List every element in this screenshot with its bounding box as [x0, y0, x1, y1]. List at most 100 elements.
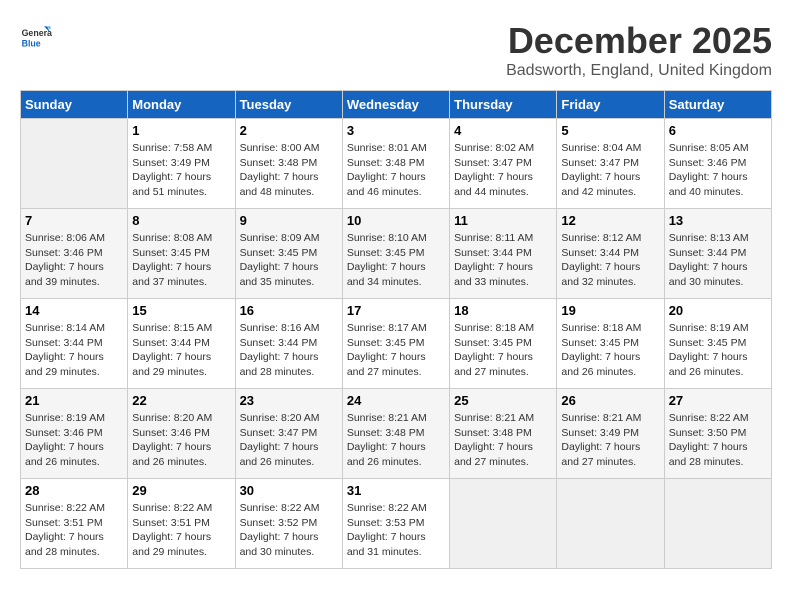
day-number: 14: [25, 303, 123, 318]
calendar-cell: [664, 479, 771, 569]
day-number: 25: [454, 393, 552, 408]
day-number: 8: [132, 213, 230, 228]
day-info: Sunrise: 8:10 AMSunset: 3:45 PMDaylight:…: [347, 231, 445, 290]
day-info: Sunrise: 8:18 AMSunset: 3:45 PMDaylight:…: [561, 321, 659, 380]
calendar-cell: 27 Sunrise: 8:22 AMSunset: 3:50 PMDayligh…: [664, 389, 771, 479]
calendar-cell: 14Sunrise: 8:14 AMSunset: 3:44 PMDayligh…: [21, 299, 128, 389]
calendar-cell: 16 Sunrise: 8:16 AMSunset: 3:44 PMDayligh…: [235, 299, 342, 389]
day-info: Sunrise: 8:04 AMSunset: 3:47 PMDaylight:…: [561, 141, 659, 200]
day-number: 2: [240, 123, 338, 138]
weekday-header-friday: Friday: [557, 91, 664, 119]
calendar-cell: 30Sunrise: 8:22 AMSunset: 3:52 PMDayligh…: [235, 479, 342, 569]
calendar-week-2: 7 Sunrise: 8:06 AMSunset: 3:46 PMDaylight…: [21, 209, 772, 299]
day-number: 7: [25, 213, 123, 228]
weekday-header-tuesday: Tuesday: [235, 91, 342, 119]
day-info: Sunrise: 7:58 AMSunset: 3:49 PMDaylight:…: [132, 141, 230, 200]
weekday-header-saturday: Saturday: [664, 91, 771, 119]
day-number: 20: [669, 303, 767, 318]
calendar-table: SundayMondayTuesdayWednesdayThursdayFrid…: [20, 90, 772, 569]
title-block: December 2025 Badsworth, England, United…: [506, 20, 772, 80]
day-info: Sunrise: 8:19 AMSunset: 3:46 PMDaylight:…: [25, 411, 123, 470]
day-info: Sunrise: 8:18 AMSunset: 3:45 PMDaylight:…: [454, 321, 552, 380]
day-number: 10: [347, 213, 445, 228]
calendar-cell: 21 Sunrise: 8:19 AMSunset: 3:46 PMDayligh…: [21, 389, 128, 479]
day-info: Sunrise: 8:20 AMSunset: 3:47 PMDaylight:…: [240, 411, 338, 470]
day-number: 27: [669, 393, 767, 408]
calendar-cell: 28Sunrise: 8:22 AMSunset: 3:51 PMDayligh…: [21, 479, 128, 569]
day-info: Sunrise: 8:21 AMSunset: 3:49 PMDaylight:…: [561, 411, 659, 470]
calendar-week-5: 28 Sunrise: 8:22 AMSunset: 3:51 PMDayligh…: [21, 479, 772, 569]
day-number: 3: [347, 123, 445, 138]
day-number: 9: [240, 213, 338, 228]
day-info: Sunrise: 8:22 AMSunset: 3:52 PMDaylight:…: [240, 501, 338, 560]
calendar-cell: 4Sunrise: 8:02 AMSunset: 3:47 PMDaylight…: [450, 119, 557, 209]
day-number: 23: [240, 393, 338, 408]
calendar-cell: 17 Sunrise: 8:17 AMSunset: 3:45 PMDayligh…: [342, 299, 449, 389]
weekday-header-monday: Monday: [128, 91, 235, 119]
weekday-header-sunday: Sunday: [21, 91, 128, 119]
calendar-cell: 8Sunrise: 8:08 AMSunset: 3:45 PMDaylight…: [128, 209, 235, 299]
calendar-cell: 9Sunrise: 8:09 AMSunset: 3:45 PMDaylight…: [235, 209, 342, 299]
page-header: General Blue December 2025 Badsworth, En…: [20, 20, 772, 80]
calendar-cell: 7 Sunrise: 8:06 AMSunset: 3:46 PMDaylight…: [21, 209, 128, 299]
calendar-week-4: 21 Sunrise: 8:19 AMSunset: 3:46 PMDayligh…: [21, 389, 772, 479]
calendar-cell: 11Sunrise: 8:11 AMSunset: 3:44 PMDayligh…: [450, 209, 557, 299]
calendar-cell: 22 Sunrise: 8:20 AMSunset: 3:46 PMDayligh…: [128, 389, 235, 479]
day-info: Sunrise: 8:22 AMSunset: 3:53 PMDaylight:…: [347, 501, 445, 560]
calendar-cell: 26 Sunrise: 8:21 AMSunset: 3:49 PMDayligh…: [557, 389, 664, 479]
calendar-cell: 5 Sunrise: 8:04 AMSunset: 3:47 PMDaylight…: [557, 119, 664, 209]
calendar-cell: 15 Sunrise: 8:15 AMSunset: 3:44 PMDayligh…: [128, 299, 235, 389]
day-number: 22: [132, 393, 230, 408]
calendar-cell: [21, 119, 128, 209]
month-title: December 2025: [506, 20, 772, 62]
day-number: 24: [347, 393, 445, 408]
day-info: Sunrise: 8:05 AMSunset: 3:46 PMDaylight:…: [669, 141, 767, 200]
calendar-week-1: 1Sunrise: 7:58 AMSunset: 3:49 PMDaylight…: [21, 119, 772, 209]
weekday-header-thursday: Thursday: [450, 91, 557, 119]
svg-text:Blue: Blue: [22, 38, 41, 48]
day-info: Sunrise: 8:13 AMSunset: 3:44 PMDaylight:…: [669, 231, 767, 290]
day-number: 29: [132, 483, 230, 498]
calendar-cell: 1Sunrise: 7:58 AMSunset: 3:49 PMDaylight…: [128, 119, 235, 209]
calendar-cell: 10 Sunrise: 8:10 AMSunset: 3:45 PMDayligh…: [342, 209, 449, 299]
calendar-cell: 29 Sunrise: 8:22 AMSunset: 3:51 PMDayligh…: [128, 479, 235, 569]
calendar-cell: 13Sunrise: 8:13 AMSunset: 3:44 PMDayligh…: [664, 209, 771, 299]
day-info: Sunrise: 8:00 AMSunset: 3:48 PMDaylight:…: [240, 141, 338, 200]
day-info: Sunrise: 8:21 AMSunset: 3:48 PMDaylight:…: [347, 411, 445, 470]
day-number: 21: [25, 393, 123, 408]
location: Badsworth, England, United Kingdom: [506, 62, 772, 80]
day-number: 11: [454, 213, 552, 228]
day-info: Sunrise: 8:22 AMSunset: 3:50 PMDaylight:…: [669, 411, 767, 470]
day-info: Sunrise: 8:16 AMSunset: 3:44 PMDaylight:…: [240, 321, 338, 380]
day-number: 17: [347, 303, 445, 318]
logo-icon: General Blue: [20, 20, 52, 52]
calendar-cell: 6 Sunrise: 8:05 AMSunset: 3:46 PMDaylight…: [664, 119, 771, 209]
calendar-cell: 18 Sunrise: 8:18 AMSunset: 3:45 PMDayligh…: [450, 299, 557, 389]
calendar-week-3: 14Sunrise: 8:14 AMSunset: 3:44 PMDayligh…: [21, 299, 772, 389]
day-info: Sunrise: 8:22 AMSunset: 3:51 PMDaylight:…: [132, 501, 230, 560]
day-number: 28: [25, 483, 123, 498]
calendar-cell: 23 Sunrise: 8:20 AMSunset: 3:47 PMDayligh…: [235, 389, 342, 479]
day-number: 15: [132, 303, 230, 318]
calendar-cell: 3 Sunrise: 8:01 AMSunset: 3:48 PMDaylight…: [342, 119, 449, 209]
calendar-cell: [450, 479, 557, 569]
day-info: Sunrise: 8:15 AMSunset: 3:44 PMDaylight:…: [132, 321, 230, 380]
calendar-cell: 2 Sunrise: 8:00 AMSunset: 3:48 PMDaylight…: [235, 119, 342, 209]
logo: General Blue: [20, 20, 56, 52]
weekday-header-row: SundayMondayTuesdayWednesdayThursdayFrid…: [21, 91, 772, 119]
day-info: Sunrise: 8:06 AMSunset: 3:46 PMDaylight:…: [25, 231, 123, 290]
day-number: 6: [669, 123, 767, 138]
day-info: Sunrise: 8:01 AMSunset: 3:48 PMDaylight:…: [347, 141, 445, 200]
day-number: 18: [454, 303, 552, 318]
calendar-cell: 31Sunrise: 8:22 AMSunset: 3:53 PMDayligh…: [342, 479, 449, 569]
day-number: 16: [240, 303, 338, 318]
day-info: Sunrise: 8:20 AMSunset: 3:46 PMDaylight:…: [132, 411, 230, 470]
day-number: 5: [561, 123, 659, 138]
calendar-cell: 12Sunrise: 8:12 AMSunset: 3:44 PMDayligh…: [557, 209, 664, 299]
day-info: Sunrise: 8:02 AMSunset: 3:47 PMDaylight:…: [454, 141, 552, 200]
weekday-header-wednesday: Wednesday: [342, 91, 449, 119]
day-number: 19: [561, 303, 659, 318]
day-info: Sunrise: 8:17 AMSunset: 3:45 PMDaylight:…: [347, 321, 445, 380]
day-number: 26: [561, 393, 659, 408]
day-info: Sunrise: 8:21 AMSunset: 3:48 PMDaylight:…: [454, 411, 552, 470]
